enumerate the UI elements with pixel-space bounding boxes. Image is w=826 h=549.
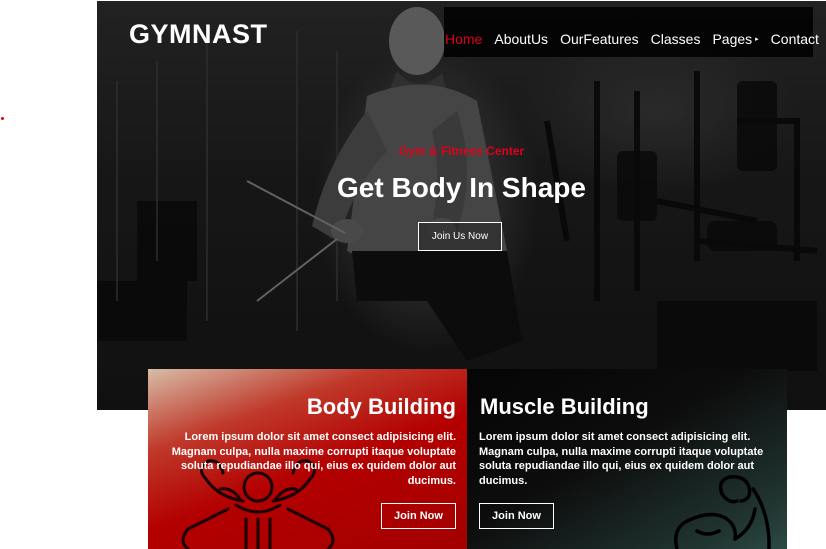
nav-item-home[interactable]: Home [445, 31, 482, 47]
join-now-button[interactable]: Join Now [381, 503, 456, 529]
card-description: Lorem ipsum dolor sit amet consect adipi… [479, 431, 764, 487]
join-us-now-button[interactable]: Join Us Now [418, 222, 502, 251]
main-menu: Home AboutUs OurFeatures Classes Pages ▸ … [445, 31, 826, 47]
card-title: Body Building [306, 394, 456, 419]
nav-item-our-features[interactable]: OurFeatures [560, 31, 639, 47]
nav-item-about-us[interactable]: AboutUs [494, 31, 548, 47]
card-title: Muscle Building [480, 394, 649, 419]
nav-item-contact[interactable]: Contact [771, 31, 819, 47]
hero-subtitle: Gym & Fitness Center [398, 144, 525, 158]
caret-right-icon: ▸ [755, 36, 759, 43]
muscle-building-card: Muscle Building Lorem ipsum dolor sit am… [467, 369, 787, 549]
body-building-card: Body Building Lorem ipsum dolor sit amet… [148, 369, 467, 549]
nav-item-pages[interactable]: Pages ▸ [712, 31, 758, 47]
top-navbar: GYMNAST Home AboutUs OurFeatures Classes… [97, 1, 826, 57]
join-now-button[interactable]: Join Now [479, 503, 554, 529]
hero-background-image [97, 1, 826, 410]
card-description: Lorem ipsum dolor sit amet consect adipi… [171, 431, 456, 487]
nav-item-classes[interactable]: Classes [651, 31, 701, 47]
hero-section: GYMNAST Home AboutUs OurFeatures Classes… [97, 1, 826, 410]
brand-logo[interactable]: GYMNAST [129, 19, 268, 50]
hero-title: Get Body In Shape [337, 172, 586, 203]
red-dot-marker [1, 117, 4, 120]
